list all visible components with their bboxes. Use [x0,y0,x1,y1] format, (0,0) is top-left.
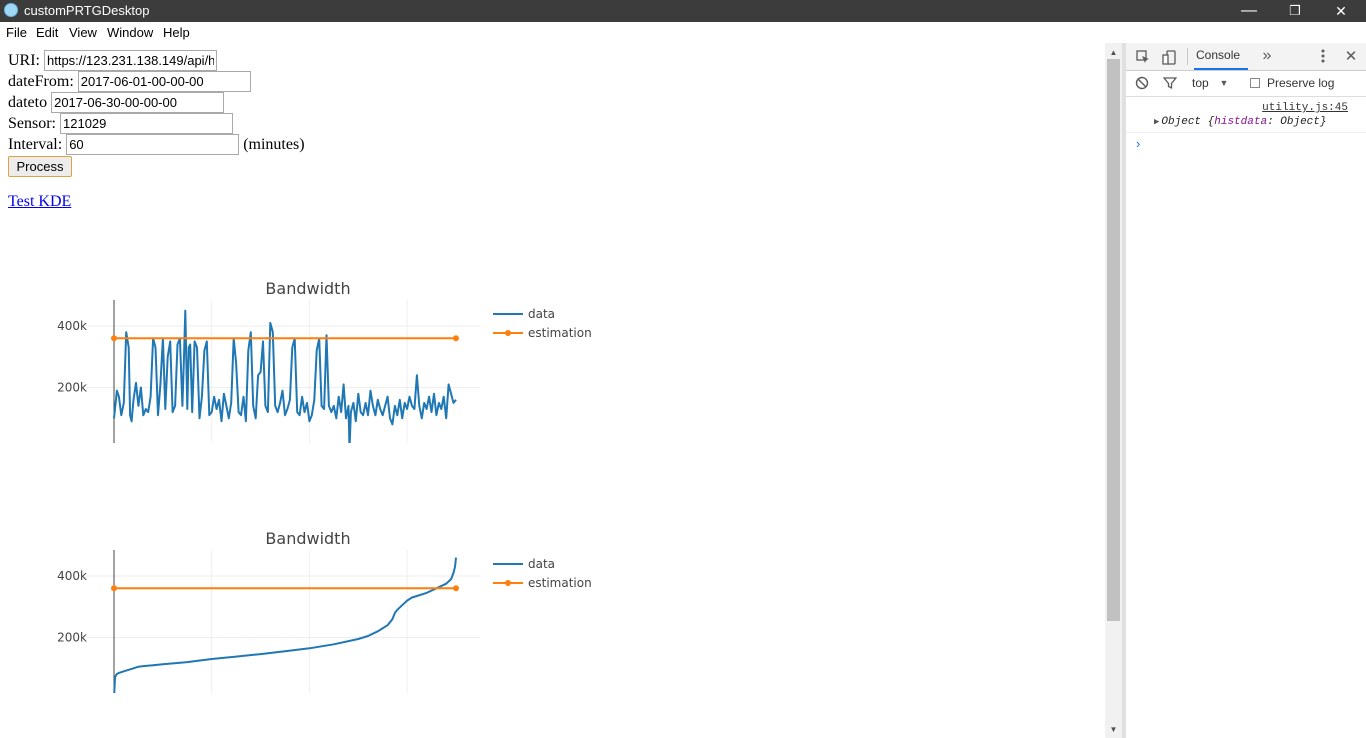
window-title: customPRTGDesktop [24,3,150,18]
devtools-panel: Console » ✕ top ▼ Preserve log utility.j… [1122,43,1366,738]
uri-label: URI: [8,52,40,69]
menu-view[interactable]: View [69,25,97,40]
estimation-point [452,585,459,592]
test-kde-link[interactable]: Test KDE [8,193,71,211]
log-separator [1126,132,1366,133]
interval-label: Interval: [8,136,63,153]
inspect-element-icon[interactable] [1134,48,1152,66]
context-selector[interactable]: top [1192,76,1209,90]
chart-title: Bandwidth [265,279,350,298]
page-content: URI: dateFrom: dateto Sensor: Interval: … [0,43,1105,738]
uri-input[interactable] [44,50,217,71]
filter-icon[interactable] [1162,75,1178,91]
legend-label-data: data [528,307,555,321]
expand-triangle-icon[interactable]: ▶ [1154,117,1159,127]
process-button[interactable]: Process [8,156,72,177]
toolbar-divider [1187,48,1188,65]
date-from-row: dateFrom: [8,71,251,92]
console-filter-bar: top ▼ Preserve log [1126,71,1366,97]
y-tick-label: 0 [79,692,87,693]
date-to-input[interactable] [51,92,225,113]
restore-icon[interactable]: ❐ [1272,0,1318,22]
date-from-input[interactable] [77,71,251,92]
tab-console-indicator [1194,68,1248,70]
scrollbar-thumb[interactable] [1107,59,1120,621]
context-dropdown-icon[interactable]: ▼ [1218,77,1230,89]
bandwidth-chart-raw: 0200k400k0200400600Bandwidthdataestimati… [57,279,592,443]
scroll-up-icon[interactable]: ▲ [1105,45,1122,59]
close-icon[interactable]: ✕ [1318,0,1364,22]
bandwidth-chart-sorted: 0200k400k0200400600Bandwidthdataestimati… [57,529,592,693]
series-line-data [113,557,457,693]
tab-console[interactable]: Console [1196,48,1240,62]
log-prefix: Object [1161,116,1208,128]
estimation-point [111,585,117,592]
preserve-log-checkbox[interactable] [1250,78,1260,88]
interval-unit: (minutes) [243,136,305,153]
page-scrollbar[interactable]: ▲ ▼ [1105,43,1122,738]
estimation-point [452,335,459,342]
sensor-row: Sensor: [8,113,233,134]
clear-console-icon[interactable] [1134,75,1150,91]
legend-marker-estimation [505,330,511,336]
estimation-point [111,335,117,342]
chart-title: Bandwidth [265,529,350,548]
menu-window[interactable]: Window [107,25,153,40]
menu-edit[interactable]: Edit [36,25,58,40]
log-source-link[interactable]: utility.js:45 [1262,102,1348,114]
title-bar: customPRTGDesktop — ❐ ✕ [0,0,1366,22]
date-to-row: dateto [8,92,225,113]
y-tick-label: 200k [57,381,87,395]
uri-row: URI: [8,50,217,71]
kebab-menu-icon[interactable] [1316,47,1330,65]
legend-marker-estimation [505,580,511,586]
console-prompt-icon[interactable]: › [1136,136,1140,151]
console-log-entry[interactable]: ▶ Object {histdata: Object} [1154,116,1326,128]
close-devtools-icon[interactable]: ✕ [1342,47,1360,65]
y-tick-label: 400k [57,569,87,583]
date-from-label: dateFrom: [8,73,74,90]
log-key: histdata [1214,116,1268,128]
date-to-label: dateto [8,94,48,111]
menu-help[interactable]: Help [163,25,190,40]
app-icon [4,3,18,17]
interval-input[interactable] [66,134,240,155]
legend-label-estimation: estimation [528,326,592,340]
sensor-input[interactable] [60,113,233,134]
minimize-icon[interactable]: — [1226,0,1272,22]
legend-label-estimation: estimation [528,576,592,590]
menu-file[interactable]: File [6,25,27,40]
interval-row: Interval: (minutes) [8,134,305,155]
y-tick-label: 0 [79,442,87,443]
menu-bar: File Edit View Window Help [0,22,1366,43]
scroll-down-icon[interactable]: ▼ [1105,722,1122,736]
y-tick-label: 400k [57,319,87,333]
series-line-data [113,309,457,443]
preserve-log-label: Preserve log [1267,76,1335,90]
more-tabs-icon[interactable]: » [1260,47,1274,65]
device-toolbar-icon[interactable] [1160,48,1178,66]
log-rest: : Object} [1267,116,1327,128]
sensor-label: Sensor: [8,115,56,132]
legend-label-data: data [528,557,555,571]
y-tick-label: 200k [57,631,87,645]
devtools-toolbar: Console » ✕ [1126,43,1366,71]
